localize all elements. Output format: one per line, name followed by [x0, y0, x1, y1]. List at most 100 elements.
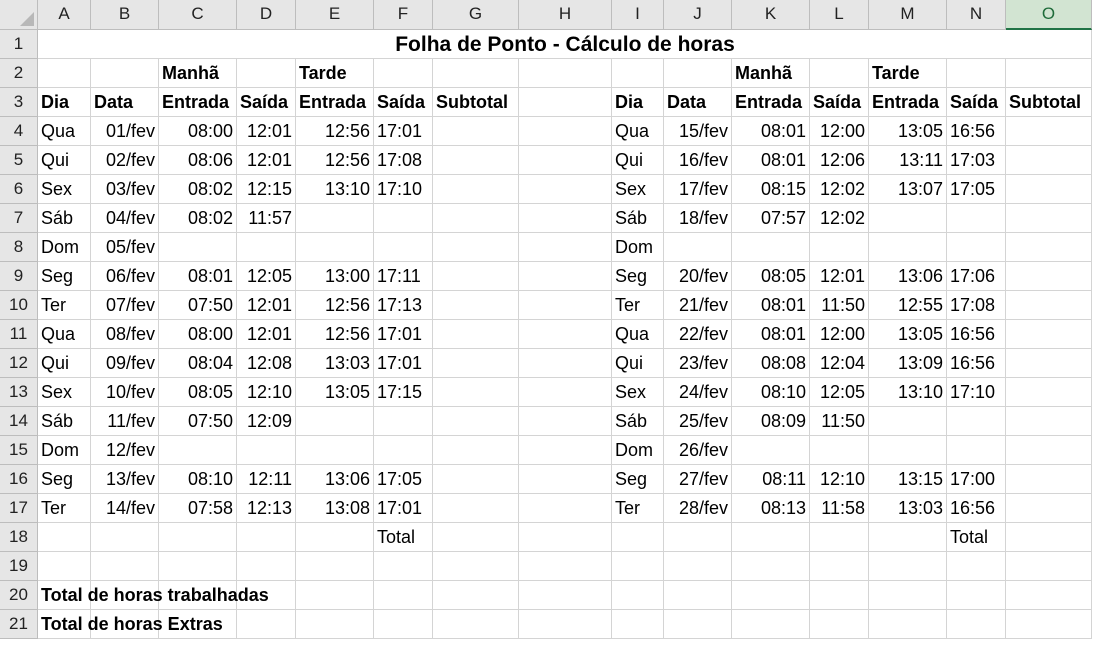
cell[interactable]: [612, 581, 664, 610]
entry-cell-right[interactable]: 16:56: [947, 494, 1006, 523]
entry-cell[interactable]: 17:05: [374, 465, 433, 494]
cell[interactable]: [1006, 349, 1092, 378]
cell[interactable]: [664, 233, 732, 262]
column-header-m[interactable]: M: [869, 0, 947, 30]
entry-cell-right[interactable]: Qua: [612, 320, 664, 349]
cell[interactable]: [159, 523, 237, 552]
entry-cell[interactable]: 12:56: [296, 117, 374, 146]
cell[interactable]: [374, 204, 433, 233]
entry-cell-right[interactable]: Ter: [612, 291, 664, 320]
cell[interactable]: [296, 204, 374, 233]
entry-cell[interactable]: 12/fev: [91, 436, 159, 465]
cell[interactable]: [1006, 233, 1092, 262]
entry-cell-right[interactable]: 18/fev: [664, 204, 732, 233]
entry-cell[interactable]: 12:01: [237, 117, 296, 146]
entry-cell-right[interactable]: Seg: [612, 465, 664, 494]
entry-cell-right[interactable]: 17:10: [947, 378, 1006, 407]
entry-cell[interactable]: 12:13: [237, 494, 296, 523]
entry-cell[interactable]: 11/fev: [91, 407, 159, 436]
cell[interactable]: [947, 407, 1006, 436]
entry-cell-right[interactable]: 28/fev: [664, 494, 732, 523]
entry-cell[interactable]: Sex: [38, 378, 91, 407]
row-header-21[interactable]: 21: [0, 610, 38, 639]
cell[interactable]: [433, 581, 519, 610]
cell[interactable]: [810, 552, 869, 581]
entry-cell-right[interactable]: Qui: [612, 349, 664, 378]
cell[interactable]: [810, 233, 869, 262]
cell[interactable]: [1006, 59, 1092, 88]
entry-cell[interactable]: 06/fev: [91, 262, 159, 291]
entry-cell[interactable]: 17:13: [374, 291, 433, 320]
cell[interactable]: [237, 233, 296, 262]
cell[interactable]: [433, 146, 519, 175]
entry-cell-right[interactable]: 11:58: [810, 494, 869, 523]
total-label[interactable]: Total: [374, 523, 433, 552]
entry-cell[interactable]: 17:08: [374, 146, 433, 175]
cell[interactable]: [519, 465, 612, 494]
cell[interactable]: [91, 552, 159, 581]
cell[interactable]: [1006, 610, 1092, 639]
entry-cell-right[interactable]: 13:05: [869, 117, 947, 146]
cell[interactable]: [732, 233, 810, 262]
entry-cell[interactable]: 12:11: [237, 465, 296, 494]
cell[interactable]: [519, 349, 612, 378]
entry-cell-right[interactable]: 13:09: [869, 349, 947, 378]
entry-cell[interactable]: 13:06: [296, 465, 374, 494]
row-header-6[interactable]: 6: [0, 175, 38, 204]
column-label[interactable]: Saída: [374, 88, 433, 117]
sheet-title[interactable]: Folha de Ponto - Cálculo de horas: [38, 30, 1092, 59]
entry-cell-right[interactable]: 22/fev: [664, 320, 732, 349]
row-header-19[interactable]: 19: [0, 552, 38, 581]
entry-cell[interactable]: Qui: [38, 349, 91, 378]
column-label-right[interactable]: Entrada: [732, 88, 810, 117]
entry-cell[interactable]: 07:50: [159, 407, 237, 436]
cell[interactable]: [664, 610, 732, 639]
column-label[interactable]: Entrada: [296, 88, 374, 117]
column-label[interactable]: Entrada: [159, 88, 237, 117]
row-header-8[interactable]: 8: [0, 233, 38, 262]
entry-cell[interactable]: 08:06: [159, 146, 237, 175]
cell[interactable]: [519, 523, 612, 552]
cell[interactable]: [869, 204, 947, 233]
column-header-c[interactable]: C: [159, 0, 237, 30]
cell[interactable]: [374, 610, 433, 639]
cell[interactable]: [732, 436, 810, 465]
cell[interactable]: [519, 262, 612, 291]
row-header-11[interactable]: 11: [0, 320, 38, 349]
cell[interactable]: [947, 610, 1006, 639]
cell[interactable]: [732, 581, 810, 610]
entry-cell[interactable]: 02/fev: [91, 146, 159, 175]
column-header-h[interactable]: H: [519, 0, 612, 30]
column-label[interactable]: Subtotal: [433, 88, 519, 117]
entry-cell-right[interactable]: 17:03: [947, 146, 1006, 175]
cell[interactable]: [374, 59, 433, 88]
cell[interactable]: [91, 523, 159, 552]
cell[interactable]: [519, 610, 612, 639]
row-header-12[interactable]: 12: [0, 349, 38, 378]
entry-cell-right[interactable]: 16:56: [947, 117, 1006, 146]
entry-cell[interactable]: 12:05: [237, 262, 296, 291]
cell[interactable]: [433, 175, 519, 204]
entry-cell[interactable]: 07/fev: [91, 291, 159, 320]
entry-cell-right[interactable]: 13:03: [869, 494, 947, 523]
entry-cell-right[interactable]: 12:05: [810, 378, 869, 407]
entry-cell[interactable]: 12:01: [237, 291, 296, 320]
column-header-l[interactable]: L: [810, 0, 869, 30]
entry-cell-right[interactable]: 21/fev: [664, 291, 732, 320]
entry-cell[interactable]: 08:02: [159, 204, 237, 233]
cell[interactable]: [1006, 407, 1092, 436]
entry-cell-right[interactable]: 12:10: [810, 465, 869, 494]
entry-cell[interactable]: 12:01: [237, 320, 296, 349]
entry-cell-right[interactable]: 17/fev: [664, 175, 732, 204]
entry-cell[interactable]: 09/fev: [91, 349, 159, 378]
cell[interactable]: [296, 407, 374, 436]
cell[interactable]: [159, 436, 237, 465]
entry-cell[interactable]: 12:01: [237, 146, 296, 175]
entry-cell-right[interactable]: 27/fev: [664, 465, 732, 494]
cell[interactable]: [732, 552, 810, 581]
entry-cell-right[interactable]: 11:50: [810, 407, 869, 436]
cell[interactable]: [1006, 291, 1092, 320]
cell[interactable]: [296, 552, 374, 581]
entry-cell-right[interactable]: Qui: [612, 146, 664, 175]
cell[interactable]: [433, 465, 519, 494]
